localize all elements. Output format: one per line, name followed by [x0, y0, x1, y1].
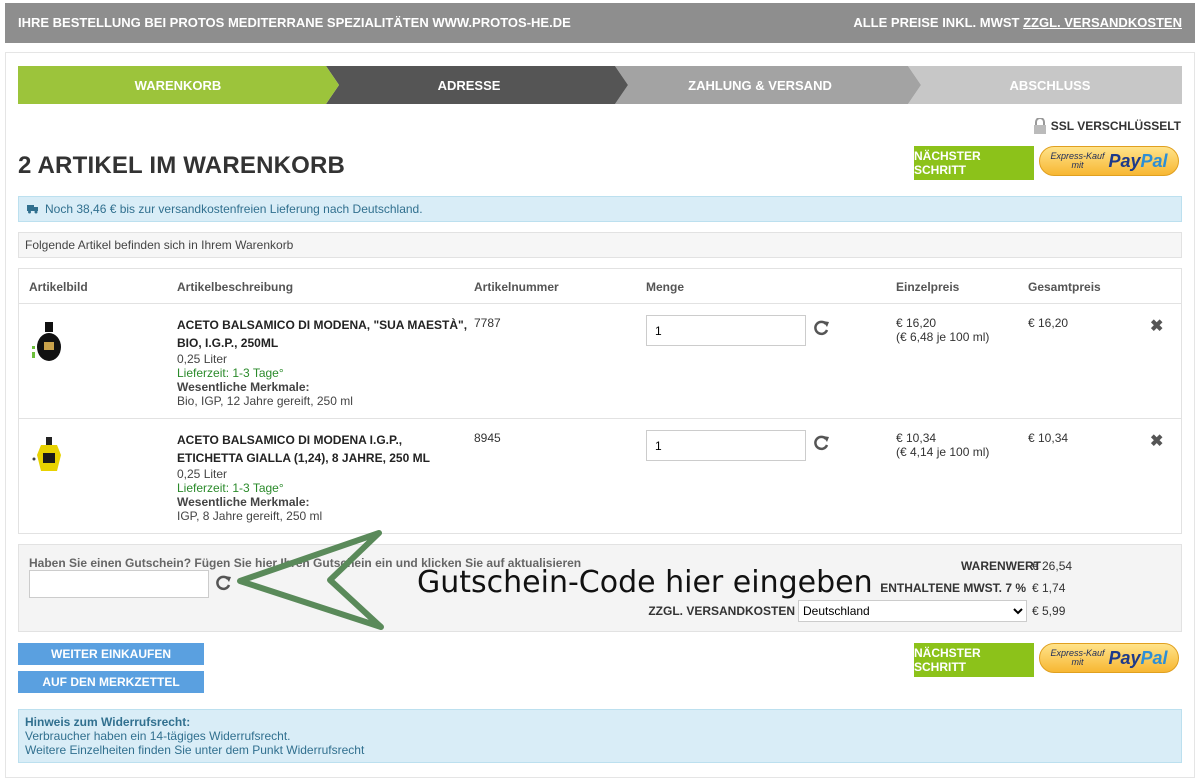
lock-icon [1033, 118, 1046, 134]
truck-icon [27, 205, 38, 214]
product-name[interactable]: ACETO BALSAMICO DI MODENA, "SUA MAESTÀ",… [177, 316, 469, 352]
step-address: ADRESSE [437, 77, 501, 93]
remove-icon[interactable]: ✖ [1150, 316, 1163, 336]
shipping-value: € 5,99 [1032, 604, 1066, 618]
withdrawal-hint: Hinweis zum Widerrufsrecht: Verbraucher … [18, 709, 1182, 763]
shipping-costs-link[interactable]: ZZGL. VERSANDKOSTEN [1023, 15, 1182, 30]
continue-shopping-button[interactable]: WEITER EINKAUFEN [18, 643, 204, 665]
cart-row: ACETO BALSAMICO DI MODENA, "SUA MAESTÀ",… [19, 304, 1181, 419]
product-details: 0,25 Liter Lieferzeit: 1-3 Tage° Wesentl… [177, 352, 353, 408]
article-number: 7787 [474, 316, 501, 330]
warenwert-value: € 26,54 [1032, 559, 1073, 573]
paypal-express-button-bottom[interactable]: Express-Kauf mit PayPal [1039, 643, 1179, 673]
quantity-input[interactable] [646, 430, 806, 461]
cart-table-header: Artikelbild Artikelbeschreibung Artikeln… [19, 269, 1181, 304]
ssl-badge: SSL VERSCHLÜSSELT [1033, 118, 1181, 134]
article-number: 8945 [474, 431, 501, 445]
total-price: € 10,34 [1028, 431, 1069, 445]
add-to-wishlist-button[interactable]: AUF DEN MERKZETTEL [18, 671, 204, 693]
coupon-refresh-icon[interactable] [214, 574, 232, 592]
cart-note: Folgende Artikel befinden sich in Ihrem … [18, 232, 1182, 258]
step-payment-shipping: ZAHLUNG & VERSAND [688, 77, 832, 93]
refresh-icon[interactable] [812, 319, 830, 337]
remove-icon[interactable]: ✖ [1150, 431, 1163, 451]
warenwert-label: WARENWERT [961, 559, 1041, 573]
step-cart: WARENKORB [134, 77, 222, 93]
annotation-text: Gutschein-Code hier eingeben [417, 565, 873, 600]
col-description: Artikelbeschreibung [177, 280, 294, 294]
shipping-country-select[interactable]: Deutschland [798, 600, 1027, 622]
refresh-icon[interactable] [812, 434, 830, 452]
paypal-logo: PayPal [1108, 150, 1168, 171]
paypal-logo: PayPal [1108, 647, 1168, 668]
shipping-info-banner: Noch 38,46 € bis zur versandkostenfreien… [18, 196, 1182, 222]
unit-price: € 10,34 (€ 4,14 je 100 ml) [896, 431, 990, 459]
next-step-button-top[interactable]: NÄCHSTER SCHRITT [914, 146, 1034, 180]
price-info: ALLE PREISE INKL. MWST ZZGL. VERSANDKOST… [853, 15, 1182, 30]
shop-title: IHRE BESTELLUNG BEI PROTOS MEDITERRANE S… [18, 15, 571, 30]
mwst-value: € 1,74 [1032, 581, 1066, 595]
top-info-bar: IHRE BESTELLUNG BEI PROTOS MEDITERRANE S… [5, 3, 1195, 43]
mwst-label: ENTHALTENE MWST. 7 % [880, 581, 1026, 595]
checkout-steps: WARENKORB ADRESSE ZAHLUNG & VERSAND ABSC… [18, 66, 1182, 104]
col-article-number: Artikelnummer [474, 280, 559, 294]
product-details: 0,25 Liter Lieferzeit: 1-3 Tage° Wesentl… [177, 467, 323, 523]
cart-table: Artikelbild Artikelbeschreibung Artikeln… [18, 268, 1182, 534]
col-unit-price: Einzelpreis [896, 280, 960, 294]
total-price: € 16,20 [1028, 316, 1069, 330]
coupon-input[interactable] [29, 570, 209, 598]
unit-price: € 16,20 (€ 6,48 je 100 ml) [896, 316, 990, 344]
paypal-express-button-top[interactable]: Express-Kauf mit PayPal [1039, 146, 1179, 176]
quantity-input[interactable] [646, 315, 806, 346]
shipping-label: ZZGL. VERSANDKOSTEN [648, 604, 795, 618]
col-quantity: Menge [646, 280, 685, 294]
product-name[interactable]: ACETO BALSAMICO DI MODENA I.G.P., ETICHE… [177, 431, 469, 467]
col-image: Artikelbild [29, 280, 88, 294]
product-image-bottle[interactable] [31, 435, 67, 479]
page-title: 2 ARTIKEL IM WARENKORB [18, 152, 346, 179]
cart-row: ACETO BALSAMICO DI MODENA I.G.P., ETICHE… [19, 419, 1181, 534]
col-total-price: Gesamtpreis [1028, 280, 1101, 294]
next-step-button-bottom[interactable]: NÄCHSTER SCHRITT [914, 643, 1034, 677]
product-image-bottle[interactable] [31, 320, 67, 364]
step-finish: ABSCHLUSS [1009, 77, 1091, 93]
